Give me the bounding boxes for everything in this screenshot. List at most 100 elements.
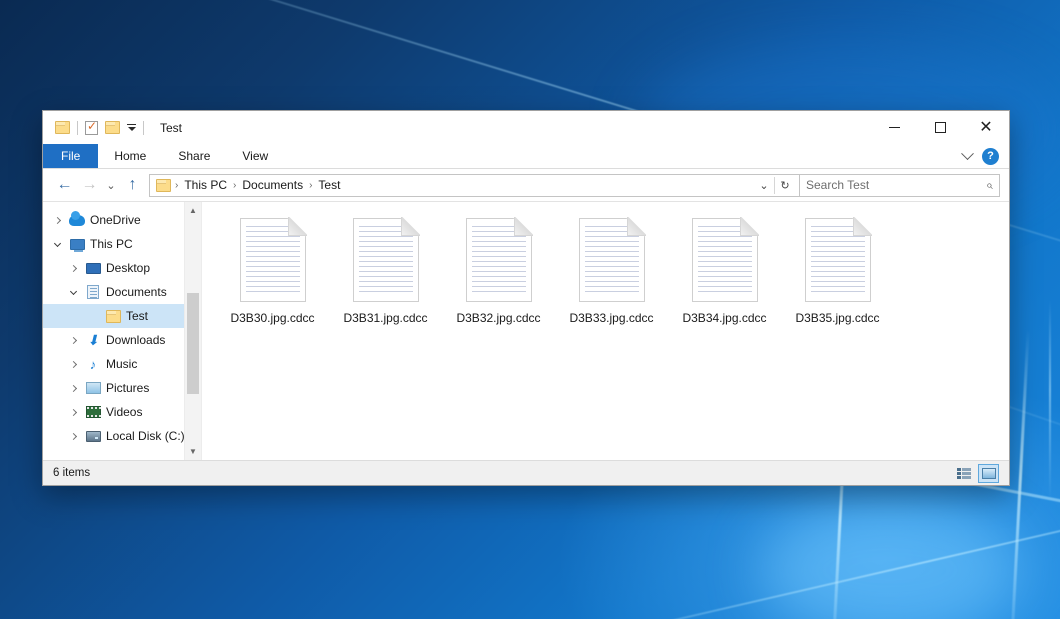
sidebar-item-this-pc[interactable]: This PC [43, 232, 201, 256]
address-folder-icon [156, 179, 171, 192]
properties-checkbox-icon[interactable] [85, 121, 98, 135]
window-title: Test [160, 121, 182, 135]
file-item[interactable]: D3B34.jpg.cdcc [668, 216, 781, 325]
back-arrow-icon[interactable]: ← [52, 172, 77, 198]
help-icon[interactable]: ? [982, 148, 999, 165]
sidebar-item-downloads[interactable]: ⬇ Downloads [43, 328, 201, 352]
file-list-area[interactable]: D3B30.jpg.cdcc D3B31.jpg.cdcc D3B32.jpg.… [201, 202, 1009, 460]
up-arrow-icon[interactable]: ↑ [120, 172, 145, 198]
sidebar-item-test[interactable]: Test [43, 304, 201, 328]
address-bar[interactable]: › This PC › Documents › Test ⌄ ↻ [149, 174, 800, 197]
file-item[interactable]: D3B35.jpg.cdcc [781, 216, 894, 325]
sidebar-item-label: Music [106, 357, 137, 371]
desktop-icon [85, 261, 101, 276]
forward-arrow-icon[interactable]: → [77, 172, 102, 198]
sidebar-item-onedrive[interactable]: OneDrive [43, 208, 201, 232]
tab-home[interactable]: Home [98, 144, 162, 168]
folder-icon [105, 309, 121, 324]
disk-icon [85, 429, 101, 444]
generic-file-icon [692, 218, 758, 302]
pictures-icon [85, 381, 101, 396]
generic-file-icon [805, 218, 871, 302]
tab-file[interactable]: File [43, 144, 98, 168]
desktop-background: Test ✕ File Home Share View ? ← → ⌄ ↑ [0, 0, 1060, 619]
breadcrumb-item-test[interactable]: Test [313, 178, 345, 192]
documents-icon [85, 285, 101, 300]
generic-file-icon [240, 218, 306, 302]
large-icons-view-button[interactable] [978, 464, 999, 483]
twisty-collapsed-icon[interactable] [67, 362, 80, 367]
twisty-expanded-icon[interactable] [67, 289, 80, 296]
tab-view[interactable]: View [226, 144, 284, 168]
file-name-label: D3B34.jpg.cdcc [682, 311, 766, 325]
sidebar-item-documents[interactable]: Documents [43, 280, 201, 304]
sidebar-item-label: Desktop [106, 261, 150, 275]
scrollbar-thumb[interactable] [187, 293, 199, 394]
search-input[interactable]: Search Test ⌕ [800, 174, 1000, 197]
refresh-icon[interactable]: ↻ [775, 175, 795, 196]
status-bar: 6 items [43, 460, 1009, 485]
twisty-collapsed-icon[interactable] [67, 386, 80, 391]
file-item[interactable]: D3B33.jpg.cdcc [555, 216, 668, 325]
minimize-icon[interactable] [871, 111, 917, 144]
twisty-expanded-icon[interactable] [51, 241, 64, 248]
file-grid: D3B30.jpg.cdcc D3B31.jpg.cdcc D3B32.jpg.… [216, 216, 1009, 325]
generic-file-icon [466, 218, 532, 302]
sidebar-item-label: Downloads [106, 333, 165, 347]
file-name-label: D3B31.jpg.cdcc [343, 311, 427, 325]
maximize-icon[interactable] [917, 111, 963, 144]
wallpaper-beam-7 [1049, 300, 1051, 500]
quick-access-toolbar: Test [43, 121, 182, 135]
twisty-collapsed-icon[interactable] [67, 410, 80, 415]
details-view-icon [957, 468, 971, 479]
scroll-up-icon[interactable]: ▲ [185, 202, 201, 219]
folder-icon[interactable] [55, 121, 70, 134]
tab-share[interactable]: Share [162, 144, 226, 168]
twisty-collapsed-icon[interactable] [67, 338, 80, 343]
generic-file-icon [579, 218, 645, 302]
sidebar-item-local-disk[interactable]: Local Disk (C:) [43, 424, 201, 448]
folder-tree: OneDrive This PC Desktop [43, 208, 201, 448]
generic-file-icon [353, 218, 419, 302]
file-item[interactable]: D3B31.jpg.cdcc [329, 216, 442, 325]
address-bar-tools: ⌄ ↻ [754, 175, 795, 196]
twisty-collapsed-icon[interactable] [67, 434, 80, 439]
view-buttons [953, 464, 999, 483]
sidebar-item-label: Videos [106, 405, 142, 419]
scrollbar-track[interactable] [185, 219, 201, 443]
sidebar-item-label: Documents [106, 285, 167, 299]
qat-divider [77, 121, 78, 135]
pc-icon [69, 237, 85, 252]
file-explorer-window: Test ✕ File Home Share View ? ← → ⌄ ↑ [42, 110, 1010, 486]
scroll-down-icon[interactable]: ▼ [185, 443, 201, 460]
details-view-button[interactable] [953, 464, 974, 483]
customize-dropdown-icon[interactable] [127, 124, 136, 131]
sidebar-item-videos[interactable]: Videos [43, 400, 201, 424]
breadcrumb-item-documents[interactable]: Documents [237, 178, 308, 192]
chevron-down-icon[interactable] [961, 147, 974, 160]
sidebar-item-pictures[interactable]: Pictures [43, 376, 201, 400]
ribbon-tabs: File Home Share View ? [43, 144, 1009, 169]
twisty-collapsed-icon[interactable] [51, 218, 64, 223]
close-icon[interactable]: ✕ [963, 111, 1009, 144]
wallpaper-glow-bottom [760, 500, 1020, 619]
twisty-collapsed-icon[interactable] [67, 266, 80, 271]
breadcrumb-item-this-pc[interactable]: This PC [179, 178, 232, 192]
navigation-scrollbar[interactable]: ▲ ▼ [184, 202, 201, 460]
search-magnifier-icon[interactable]: ⌕ [986, 178, 993, 193]
recent-locations-chevron-icon[interactable]: ⌄ [102, 172, 120, 198]
file-name-label: D3B33.jpg.cdcc [569, 311, 653, 325]
window-controls: ✕ [871, 111, 1009, 144]
file-item[interactable]: D3B30.jpg.cdcc [216, 216, 329, 325]
file-item[interactable]: D3B32.jpg.cdcc [442, 216, 555, 325]
videos-icon [85, 405, 101, 420]
ribbon-right-controls: ? [963, 144, 1009, 168]
large-icons-view-icon [982, 468, 996, 479]
sidebar-item-music[interactable]: ♪ Music [43, 352, 201, 376]
sidebar-item-label: OneDrive [90, 213, 141, 227]
file-name-label: D3B32.jpg.cdcc [456, 311, 540, 325]
sidebar-item-desktop[interactable]: Desktop [43, 256, 201, 280]
sidebar-item-label: Pictures [106, 381, 149, 395]
address-dropdown-icon[interactable]: ⌄ [754, 175, 774, 196]
new-folder-icon[interactable] [105, 121, 120, 134]
